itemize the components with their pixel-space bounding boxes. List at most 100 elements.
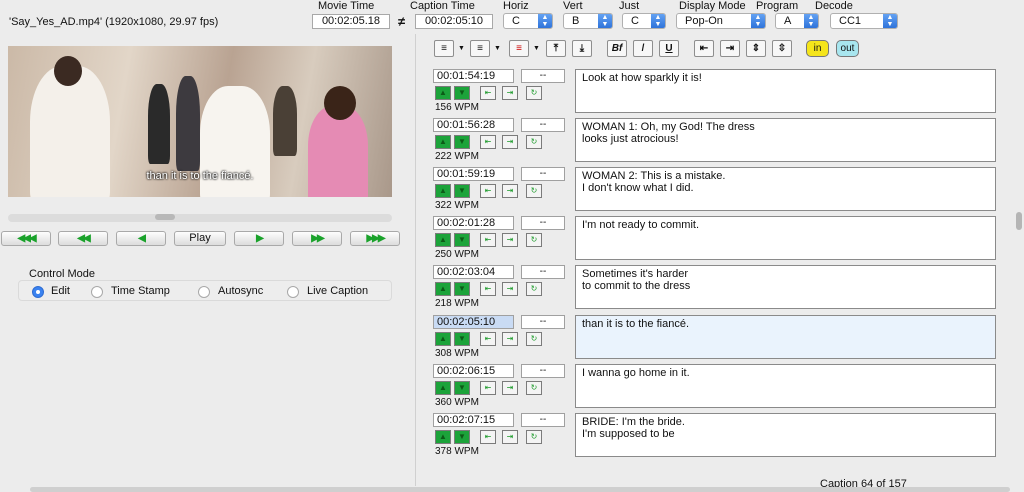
caption-row[interactable]: 00:01:56:28 -- ▲ ▼ ⇤ ⇥ ↻ 222 WPM WOMAN 1: Oh, my… — [433, 118, 1024, 165]
nudge-down-icon[interactable]: ▼ — [454, 430, 470, 444]
move-top-icon[interactable]: ⤒ — [546, 40, 566, 57]
mark-out-button[interactable]: out — [836, 40, 859, 57]
horizontal-scrollbar[interactable] — [30, 487, 1010, 492]
video-preview[interactable]: than it is to the fiancé. — [8, 46, 392, 197]
caption-row[interactable]: 00:02:07:15 -- ▲ ▼ ⇤ ⇥ ↻ 378 WPM BRIDE: I'm the … — [433, 413, 1024, 460]
caption-text-field[interactable]: WOMAN 1: Oh, my God! The dress looks jus… — [575, 118, 996, 162]
nudge-down-icon[interactable]: ▼ — [454, 233, 470, 247]
nudge-down-icon[interactable]: ▼ — [454, 135, 470, 149]
caption-row[interactable]: 00:02:01:28 -- ▲ ▼ ⇤ ⇥ ↻ 250 WPM I'm not ready t… — [433, 216, 1024, 263]
caption-text-field[interactable]: Sometimes it's harder to commit to the d… — [575, 265, 996, 309]
timestamp-field[interactable]: 00:01:54:19 — [433, 69, 514, 83]
timestamp-field[interactable]: 00:02:07:15 — [433, 413, 514, 427]
nudge-up-icon[interactable]: ▲ — [435, 184, 451, 198]
set-end-icon[interactable]: ⇥ — [502, 184, 518, 198]
timestamp-field[interactable]: 00:01:56:28 — [433, 118, 514, 132]
refresh-icon[interactable]: ↻ — [526, 430, 542, 444]
play-button[interactable]: Play — [174, 231, 226, 246]
split-icon[interactable]: ⇕ — [746, 40, 766, 57]
nudge-up-icon[interactable]: ▲ — [435, 135, 451, 149]
move-bottom-icon[interactable]: ⤓ — [572, 40, 592, 57]
caret-down-icon[interactable]: ▼ — [494, 45, 501, 52]
underline-icon[interactable]: U — [659, 40, 679, 57]
refresh-icon[interactable]: ↻ — [526, 332, 542, 346]
radio-live-caption[interactable] — [287, 286, 299, 298]
merge-right-icon[interactable]: ⇥ — [720, 40, 740, 57]
radio-autosync[interactable] — [198, 286, 210, 298]
video-scrubber[interactable] — [8, 214, 392, 222]
nudge-up-icon[interactable]: ▲ — [435, 332, 451, 346]
timestamp-field[interactable]: 00:01:59:19 — [433, 167, 514, 181]
caption-row[interactable]: 00:02:03:04 -- ▲ ▼ ⇤ ⇥ ↻ 218 WPM Sometimes it's … — [433, 265, 1024, 312]
vert-select[interactable]: B ▲ ▼ — [563, 13, 613, 29]
duration-field[interactable]: -- — [521, 216, 565, 230]
display-mode-select[interactable]: Pop-On ▲ ▼ — [676, 13, 766, 29]
set-start-icon[interactable]: ⇤ — [480, 233, 496, 247]
jump-forward-far-button[interactable]: ▶▶▶ — [350, 231, 400, 246]
duration-field[interactable]: -- — [521, 364, 565, 378]
set-start-icon[interactable]: ⇤ — [480, 184, 496, 198]
caption-scrollbar[interactable] — [1014, 68, 1022, 464]
nudge-up-icon[interactable]: ▲ — [435, 282, 451, 296]
set-start-icon[interactable]: ⇤ — [480, 430, 496, 444]
set-end-icon[interactable]: ⇥ — [502, 135, 518, 149]
nudge-up-icon[interactable]: ▲ — [435, 86, 451, 100]
refresh-icon[interactable]: ↻ — [526, 233, 542, 247]
duration-field[interactable]: -- — [521, 315, 565, 329]
nudge-down-icon[interactable]: ▼ — [454, 381, 470, 395]
mark-in-button[interactable]: in — [806, 40, 829, 57]
set-start-icon[interactable]: ⇤ — [480, 332, 496, 346]
step-back-button[interactable]: ◀ — [116, 231, 166, 246]
nudge-up-icon[interactable]: ▲ — [435, 381, 451, 395]
duration-field[interactable]: -- — [521, 413, 565, 427]
refresh-icon[interactable]: ↻ — [526, 86, 542, 100]
just-select[interactable]: C ▲ ▼ — [622, 13, 666, 29]
bold-italic-icon[interactable]: Bf — [607, 40, 627, 57]
radio-edit[interactable] — [32, 286, 44, 298]
duration-field[interactable]: -- — [521, 69, 565, 83]
scrubber-thumb[interactable] — [155, 214, 175, 220]
set-end-icon[interactable]: ⇥ — [502, 233, 518, 247]
caption-text-field[interactable]: BRIDE: I'm the bride. I'm supposed to be — [575, 413, 996, 457]
caret-down-icon[interactable]: ▼ — [533, 45, 540, 52]
set-start-icon[interactable]: ⇤ — [480, 86, 496, 100]
align-left-icon[interactable]: ≡ — [434, 40, 454, 57]
radio-edit-label[interactable]: Edit — [51, 285, 70, 297]
italic-icon[interactable]: / — [633, 40, 653, 57]
caption-time-field[interactable]: 00:02:05:10 — [415, 14, 493, 29]
caption-row[interactable]: 00:02:05:10 -- ▲ ▼ ⇤ ⇥ ↻ 308 WPM than it is to t… — [433, 315, 1024, 362]
timestamp-field[interactable]: 00:02:01:28 — [433, 216, 514, 230]
jump-back-button[interactable]: ◀◀ — [58, 231, 108, 246]
radio-live-caption-label[interactable]: Live Caption — [307, 285, 368, 297]
timestamp-field[interactable]: 00:02:06:15 — [433, 364, 514, 378]
nudge-down-icon[interactable]: ▼ — [454, 86, 470, 100]
nudge-up-icon[interactable]: ▲ — [435, 430, 451, 444]
radio-time-stamp[interactable] — [91, 286, 103, 298]
refresh-icon[interactable]: ↻ — [526, 381, 542, 395]
radio-autosync-label[interactable]: Autosync — [218, 285, 263, 297]
radio-time-stamp-label[interactable]: Time Stamp — [111, 285, 170, 297]
nudge-down-icon[interactable]: ▼ — [454, 332, 470, 346]
caret-down-icon[interactable]: ▼ — [458, 45, 465, 52]
caption-text-field[interactable]: I wanna go home in it. — [575, 364, 996, 408]
jump-forward-button[interactable]: ▶▶ — [292, 231, 342, 246]
set-end-icon[interactable]: ⇥ — [502, 282, 518, 296]
caption-text-field[interactable]: WOMAN 2: This is a mistake. I don't know… — [575, 167, 996, 211]
set-end-icon[interactable]: ⇥ — [502, 430, 518, 444]
refresh-icon[interactable]: ↻ — [526, 184, 542, 198]
set-start-icon[interactable]: ⇤ — [480, 135, 496, 149]
caption-text-field[interactable]: Look at how sparkly it is! — [575, 69, 996, 113]
refresh-icon[interactable]: ↻ — [526, 282, 542, 296]
align-center-icon[interactable]: ≡ — [470, 40, 490, 57]
caption-text-field[interactable]: than it is to the fiancé. — [575, 315, 996, 359]
set-end-icon[interactable]: ⇥ — [502, 332, 518, 346]
align-right-icon[interactable]: ≡ — [509, 40, 529, 57]
timestamp-field[interactable]: 00:02:05:10 — [433, 315, 514, 329]
caption-row[interactable]: 00:01:54:19 -- ▲ ▼ ⇤ ⇥ ↻ 156 WPM Look at how spa… — [433, 69, 1024, 116]
caption-row[interactable]: 00:02:06:15 -- ▲ ▼ ⇤ ⇥ ↻ 360 WPM I wanna go home… — [433, 364, 1024, 411]
nudge-up-icon[interactable]: ▲ — [435, 233, 451, 247]
program-select[interactable]: A ▲ ▼ — [775, 13, 819, 29]
duration-field[interactable]: -- — [521, 265, 565, 279]
set-end-icon[interactable]: ⇥ — [502, 86, 518, 100]
set-end-icon[interactable]: ⇥ — [502, 381, 518, 395]
